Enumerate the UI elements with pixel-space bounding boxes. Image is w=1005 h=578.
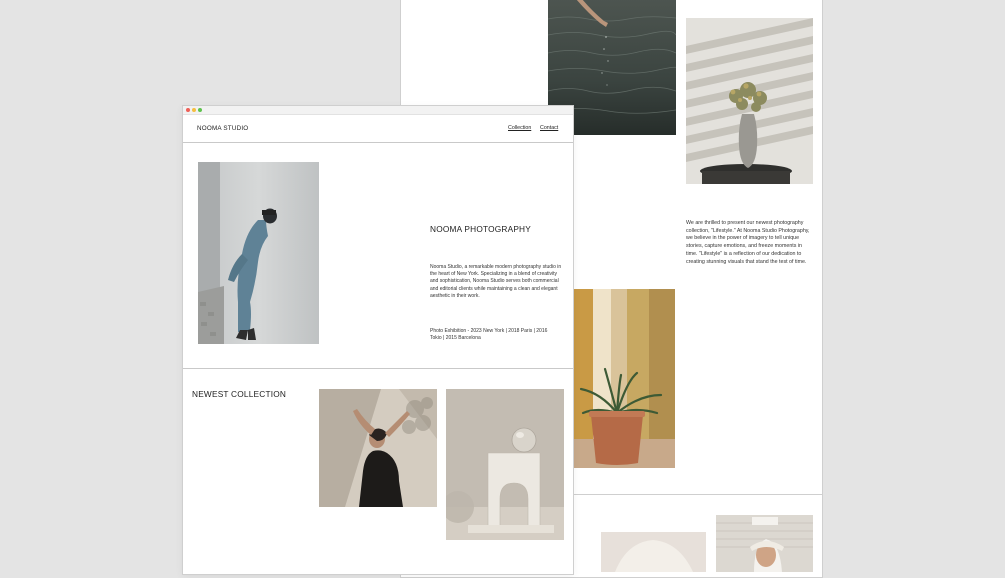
- palm-plant-photo[interactable]: [571, 289, 675, 468]
- nav-link-contact[interactable]: Contact: [540, 125, 558, 131]
- window-titlebar: [183, 106, 573, 115]
- section-divider: [183, 368, 573, 369]
- collection-photo-woman[interactable]: [319, 389, 437, 507]
- header-divider: [183, 142, 573, 143]
- browser-window: NOOMA STUDIO Collection Contact NOOMA PH…: [182, 105, 574, 575]
- vase-flowers-photo[interactable]: [686, 18, 813, 184]
- hero-photo[interactable]: [198, 162, 319, 344]
- hero-title: NOOMA PHOTOGRAPHY: [430, 224, 531, 234]
- minimize-window-button[interactable]: [192, 108, 196, 112]
- exhibition-list: Photo Exhibition - 2023 New York | 2018 …: [430, 328, 548, 342]
- collection-heading: NEWEST COLLECTION: [192, 389, 287, 399]
- nav-link-collection[interactable]: Collection: [508, 125, 531, 131]
- collection-photo-sculpture[interactable]: [446, 389, 564, 540]
- hero-description: Nooma Studio, a remarkable modern photog…: [430, 264, 562, 299]
- white-hat-photo[interactable]: [716, 515, 813, 572]
- portrait-photo-partial[interactable]: [601, 532, 706, 572]
- maximize-window-button[interactable]: [198, 108, 202, 112]
- close-window-button[interactable]: [186, 108, 190, 112]
- brand-logo[interactable]: NOOMA STUDIO: [197, 125, 248, 132]
- collection-description: We are thrilled to present our newest ph…: [686, 220, 810, 265]
